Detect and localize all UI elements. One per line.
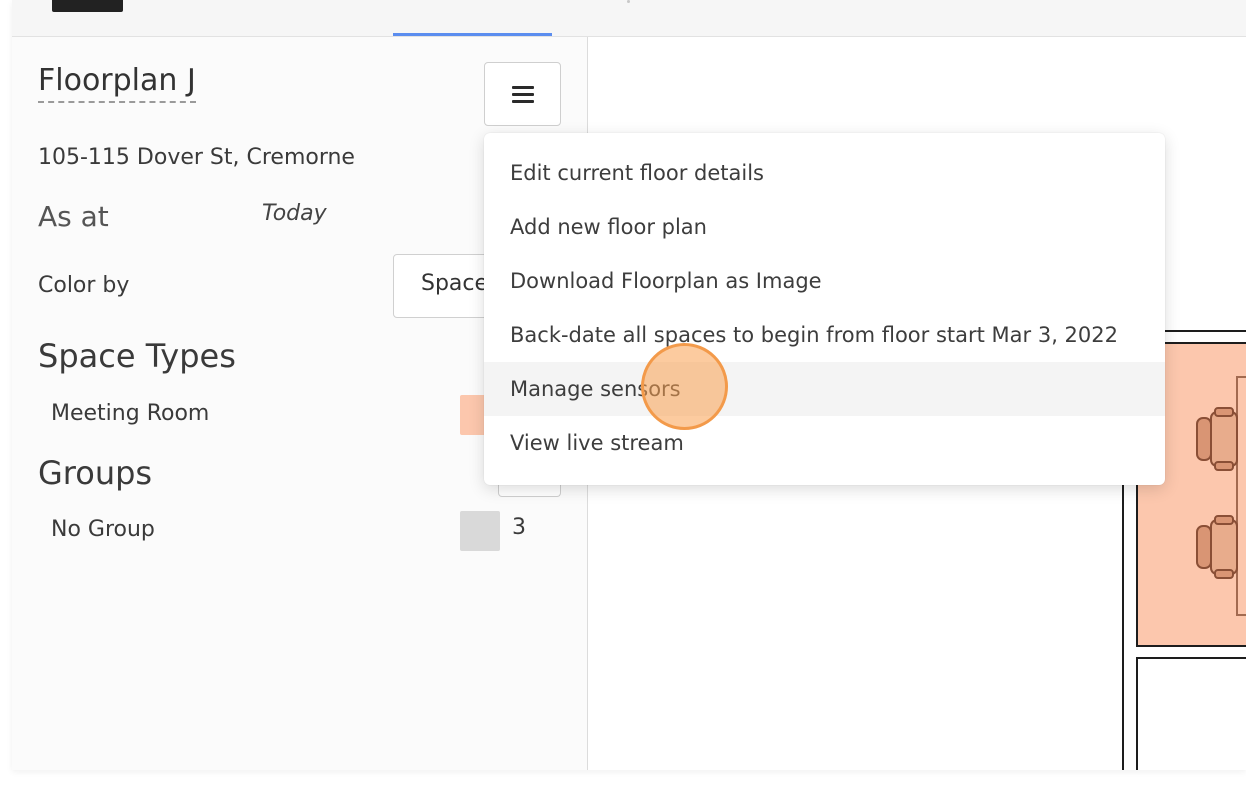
top-tab-bar [12, 0, 1246, 37]
menu-item-manage-sensors[interactable]: Manage sensors [484, 362, 1165, 416]
hamburger-icon [511, 85, 534, 103]
menu-item-back-date-spaces[interactable]: Back-date all spaces to begin from floor… [484, 308, 1165, 362]
color-by-label: Color by [38, 273, 130, 298]
menu-item-view-live-stream[interactable]: View live stream [484, 416, 1165, 470]
space-types-heading: Space Types [38, 337, 236, 375]
menu-item-edit-floor[interactable]: Edit current floor details [484, 146, 1165, 200]
group-swatch[interactable] [460, 511, 500, 551]
group-count: 3 [512, 515, 526, 540]
logo [52, 0, 123, 12]
wall-line [1136, 657, 1246, 659]
chair-icon [1196, 515, 1238, 579]
floor-title[interactable]: Floorplan J [38, 63, 196, 103]
menu-item-download-image[interactable]: Download Floorplan as Image [484, 254, 1165, 308]
floor-menu-button[interactable] [484, 62, 561, 126]
menu-item-add-floor-plan[interactable]: Add new floor plan [484, 200, 1165, 254]
floor-actions-menu: Edit current floor details Add new floor… [484, 133, 1165, 485]
chair-icon [1196, 407, 1238, 471]
as-at-date[interactable]: Today [262, 201, 327, 226]
tab-marker [627, 0, 630, 3]
groups-heading: Groups [38, 454, 153, 492]
space-type-label: Meeting Room [51, 401, 210, 426]
group-label: No Group [51, 517, 155, 542]
as-at-label: As at [38, 200, 109, 233]
active-tab-indicator [393, 33, 552, 36]
wall-line [1136, 657, 1138, 770]
floor-address: 105-115 Dover St, Cremorne [38, 145, 355, 170]
app-frame: Floorplan J 105-115 Dover St, Cremorne A… [12, 0, 1246, 770]
